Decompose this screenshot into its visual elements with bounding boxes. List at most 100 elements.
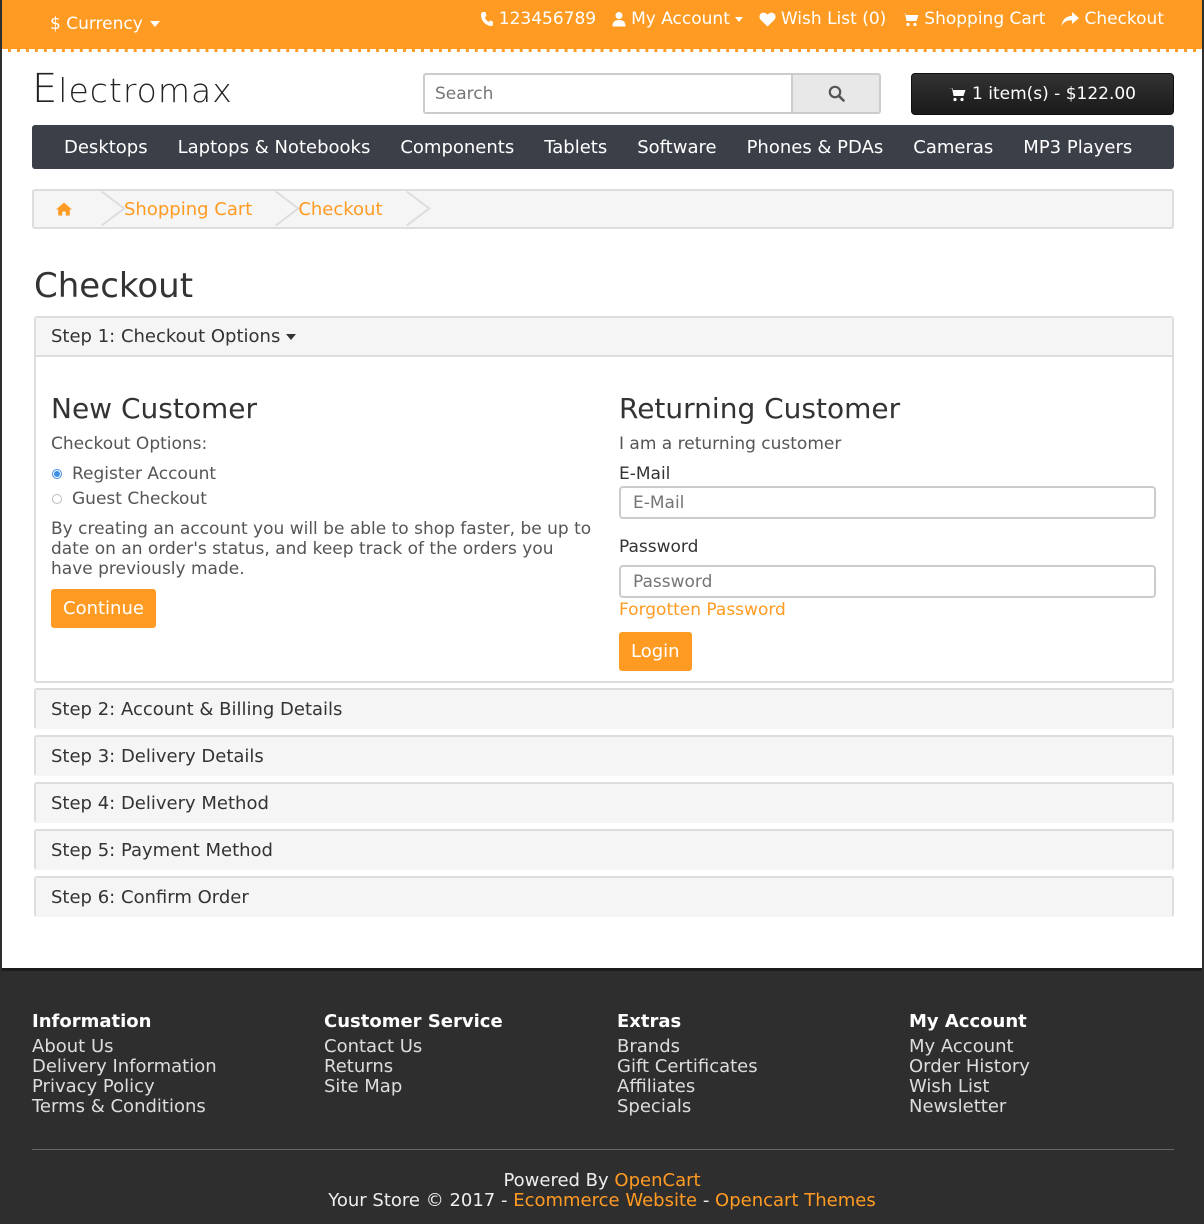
cart-icon	[902, 12, 919, 26]
nav-item-cameras[interactable]: Cameras	[898, 137, 1008, 158]
login-button[interactable]: Login	[619, 632, 692, 671]
powered-prefix: Powered By	[503, 1170, 615, 1191]
footer-column-customer-service: Customer Service Contact Us Returns Site…	[324, 1009, 503, 1097]
logo-text: lectromax	[58, 71, 233, 110]
breadcrumb-shopping-cart[interactable]: Shopping Cart	[110, 191, 266, 227]
phone-icon	[480, 12, 493, 26]
search-input[interactable]	[423, 73, 791, 114]
footer-link[interactable]: Specials	[617, 1097, 758, 1117]
shopping-cart-link[interactable]: Shopping Cart	[902, 9, 1045, 29]
new-customer-section: New Customer Checkout Options: Register …	[51, 392, 591, 628]
cart-icon	[949, 87, 966, 101]
nav-item-software[interactable]: Software	[622, 137, 731, 158]
phone-link[interactable]: 123456789	[480, 9, 596, 29]
shopping-cart-label: Shopping Cart	[924, 9, 1046, 29]
step-2-header[interactable]: Step 2: Account & Billing Details	[36, 690, 1172, 729]
step-4-header[interactable]: Step 4: Delivery Method	[36, 784, 1172, 823]
footer-link[interactable]: Newsletter	[909, 1097, 1030, 1117]
nav-item-mp3-players[interactable]: MP3 Players	[1008, 137, 1147, 158]
footer-link[interactable]: Affiliates	[617, 1077, 758, 1097]
nav-item-desktops[interactable]: Desktops	[49, 137, 163, 158]
footer-column-information: Information About Us Delivery Informatio…	[32, 1009, 217, 1117]
store-logo[interactable]: Electromax	[32, 66, 233, 112]
nav-item-laptops[interactable]: Laptops & Notebooks	[163, 137, 386, 158]
main-nav: Desktops Laptops & Notebooks Components …	[32, 125, 1174, 169]
checkout-step-6-panel[interactable]: Step 6: Confirm Order	[34, 876, 1174, 917]
wish-list-link[interactable]: Wish List (0)	[759, 9, 886, 29]
caret-down-icon	[149, 21, 160, 27]
footer-link[interactable]: Contact Us	[324, 1037, 503, 1057]
my-account-label: My Account	[631, 9, 730, 29]
nav-item-tablets[interactable]: Tablets	[529, 137, 622, 158]
phone-number: 123456789	[498, 9, 597, 29]
opencart-themes-link[interactable]: Opencart Themes	[715, 1190, 876, 1211]
currency-dropdown[interactable]: $ Currency	[50, 14, 160, 34]
checkout-step-3-panel[interactable]: Step 3: Delivery Details	[34, 735, 1174, 776]
guest-label: Guest Checkout	[72, 488, 207, 509]
footer-link[interactable]: Terms & Conditions	[32, 1097, 217, 1117]
step-6-header[interactable]: Step 6: Confirm Order	[36, 878, 1172, 917]
footer-link[interactable]: Gift Certificates	[617, 1057, 758, 1077]
footer-link[interactable]: Brands	[617, 1037, 758, 1057]
nav-item-components[interactable]: Components	[385, 137, 529, 158]
footer-link[interactable]: Delivery Information	[32, 1057, 217, 1077]
user-icon	[612, 12, 626, 27]
copyright-line: Your Store © 2017 - Ecommerce Website - …	[2, 1191, 1202, 1211]
powered-by-line: Powered By OpenCart	[2, 1171, 1202, 1191]
footer: Information About Us Delivery Informatio…	[2, 968, 1202, 1224]
step-5-header[interactable]: Step 5: Payment Method	[36, 831, 1172, 870]
currency-label: $ Currency	[50, 14, 143, 34]
footer-column-my-account: My Account My Account Order History Wish…	[909, 1009, 1030, 1117]
breadcrumb-checkout[interactable]: Checkout	[284, 191, 396, 227]
step-1-title: Step 1: Checkout Options	[51, 326, 281, 347]
my-account-dropdown[interactable]: My Account	[612, 9, 743, 29]
step-3-header[interactable]: Step 3: Delivery Details	[36, 737, 1172, 776]
guest-checkout-option[interactable]: Guest Checkout	[51, 486, 591, 511]
password-label: Password	[619, 537, 699, 557]
top-bar: $ Currency 123456789 My Account Wish Lis…	[2, 0, 1202, 52]
checkout-step-5-panel[interactable]: Step 5: Payment Method	[34, 829, 1174, 870]
copyright-separator: -	[697, 1190, 716, 1211]
checkout-step-2-panel[interactable]: Step 2: Account & Billing Details	[34, 688, 1174, 729]
cart-summary-label: 1 item(s) - $122.00	[972, 84, 1136, 104]
checkout-link[interactable]: Checkout	[1061, 9, 1164, 29]
footer-column-extras: Extras Brands Gift Certificates Affiliat…	[617, 1009, 758, 1117]
cart-summary-button[interactable]: 1 item(s) - $122.00	[911, 73, 1174, 115]
returning-customer-section: Returning Customer I am a returning cust…	[619, 392, 1159, 671]
checkout-options-label: Checkout Options:	[51, 434, 208, 454]
footer-link[interactable]: About Us	[32, 1037, 217, 1057]
footer-link[interactable]: Site Map	[324, 1077, 503, 1097]
heart-icon	[759, 12, 776, 26]
guest-radio[interactable]	[52, 493, 62, 504]
checkout-step-4-panel[interactable]: Step 4: Delivery Method	[34, 782, 1174, 823]
footer-link[interactable]: My Account	[909, 1037, 1030, 1057]
opencart-link[interactable]: OpenCart	[614, 1170, 700, 1191]
search-icon	[828, 85, 845, 102]
footer-link[interactable]: Privacy Policy	[32, 1077, 217, 1097]
nav-item-phones[interactable]: Phones & PDAs	[732, 137, 899, 158]
breadcrumb-separator	[92, 191, 110, 227]
footer-heading: My Account	[909, 1011, 1027, 1032]
footer-link[interactable]: Wish List	[909, 1077, 1030, 1097]
share-icon	[1061, 11, 1080, 26]
email-field[interactable]	[619, 486, 1156, 519]
search-button[interactable]	[791, 73, 881, 114]
search-bar	[423, 73, 881, 114]
caret-down-icon	[734, 16, 743, 22]
top-links: 123456789 My Account Wish List (0) Shopp…	[480, 9, 1164, 29]
forgotten-password-link[interactable]: Forgotten Password	[619, 600, 1159, 620]
footer-link[interactable]: Order History	[909, 1057, 1030, 1077]
returning-customer-heading: Returning Customer	[619, 392, 901, 425]
page-title: Checkout	[34, 266, 194, 306]
register-radio[interactable]	[52, 468, 62, 479]
register-account-option[interactable]: Register Account	[51, 461, 591, 486]
footer-divider	[32, 1149, 1174, 1150]
password-field[interactable]	[619, 565, 1156, 598]
ecommerce-website-link[interactable]: Ecommerce Website	[513, 1190, 697, 1211]
breadcrumb-separator	[397, 191, 415, 227]
returning-subtitle: I am a returning customer	[619, 434, 842, 454]
footer-link[interactable]: Returns	[324, 1057, 503, 1077]
caret-down-icon	[286, 333, 297, 340]
continue-button[interactable]: Continue	[51, 589, 156, 628]
step-1-header[interactable]: Step 1: Checkout Options	[36, 318, 1172, 357]
